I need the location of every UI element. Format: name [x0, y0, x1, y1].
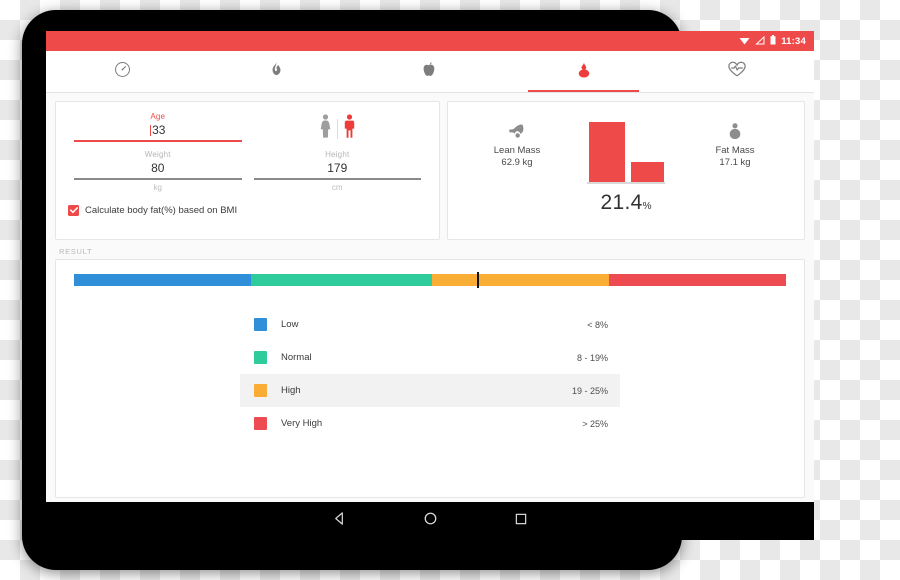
body-fat-percent: 21.4% — [601, 191, 652, 215]
body-fat-scale — [74, 272, 786, 288]
scale-segment-low — [74, 274, 251, 286]
weight-unit: kg — [153, 182, 162, 192]
droplet-icon — [577, 61, 591, 83]
input-card: Age 33 Weight 80 kg Height 179 cm Calcul… — [55, 101, 440, 240]
wifi-icon — [739, 32, 750, 50]
female-figure-icon[interactable] — [319, 114, 332, 143]
current-value-marker — [476, 272, 479, 288]
height-unit: cm — [331, 182, 343, 192]
bmi-checkbox-label: Calculate body fat(%) based on BMI — [85, 204, 238, 216]
result-section-label: RESULT — [59, 247, 93, 256]
battery-icon — [770, 32, 776, 50]
legend-row[interactable]: Very High > 25% — [240, 407, 620, 440]
tab-body-fat[interactable] — [507, 51, 661, 92]
legend-range-value: 8 - 19% — [576, 352, 608, 363]
scale-segment-normal — [250, 274, 433, 286]
tab-dashboard[interactable] — [46, 51, 200, 92]
scale-segment-high — [432, 274, 610, 286]
scale-segment-very-high — [609, 274, 786, 286]
age-field[interactable]: Age 33 — [68, 112, 248, 145]
height-underline — [253, 178, 421, 180]
nav-back-button[interactable] — [332, 511, 347, 531]
age-underline — [74, 140, 242, 142]
nav-recents-button[interactable] — [514, 512, 528, 531]
tab-calories[interactable] — [200, 51, 354, 92]
top-row: Age 33 Weight 80 kg Height 179 cm Calcul… — [55, 101, 805, 240]
tab-nutrition[interactable] — [353, 51, 507, 92]
tablet-screen: 11:34 Age 33 Weight 80 kg Height 179 cm … — [46, 31, 814, 502]
height-label: Height — [325, 150, 350, 159]
fat-mass-bar — [630, 162, 664, 182]
chart-baseline — [587, 182, 665, 184]
male-figure-icon[interactable] — [343, 114, 356, 143]
signal-icon — [755, 32, 765, 50]
legend-color-swatch — [254, 318, 267, 331]
legend-row[interactable]: Normal 8 - 19% — [240, 341, 620, 374]
legend-label: High — [281, 385, 301, 396]
age-gender-row: Age 33 — [68, 112, 427, 145]
legend-color-swatch — [254, 384, 267, 397]
tab-indicator — [528, 89, 639, 92]
result-card: Low < 8% Normal 8 - 19% High 19 - 25% Very Hig… — [55, 259, 805, 498]
legend-label: Low — [281, 319, 299, 330]
composition-bars — [588, 120, 664, 182]
tab-heart-rate[interactable] — [660, 51, 814, 92]
legend-row[interactable]: Low < 8% — [240, 308, 620, 341]
heartbeat-icon — [728, 61, 746, 82]
flame-icon — [269, 61, 284, 83]
body-fat-percent-value: 21.4 — [600, 191, 643, 214]
legend-row[interactable]: High 19 - 25% — [240, 374, 620, 407]
legend-range-value: < 8% — [587, 319, 608, 330]
gender-icons — [254, 112, 422, 145]
composition-chart: 21.4% — [448, 120, 804, 215]
gender-divider — [336, 118, 338, 139]
lean-mass-bar — [588, 122, 625, 182]
nav-home-button[interactable] — [423, 511, 438, 531]
gauge-icon — [114, 61, 131, 83]
weight-value: 80 — [151, 161, 165, 175]
apple-icon — [422, 61, 437, 83]
age-label: Age — [150, 112, 166, 121]
weight-height-row: Weight 80 kg Height 179 cm — [68, 150, 427, 192]
legend-label: Normal — [281, 352, 312, 363]
status-bar-icons: 11:34 — [739, 32, 806, 50]
text-caret — [150, 125, 152, 136]
status-bar-clock: 11:34 — [781, 35, 806, 47]
android-navigation-bar — [46, 502, 814, 540]
weight-label: Weight — [144, 150, 171, 159]
tab-bar — [46, 51, 814, 93]
legend-color-swatch — [254, 351, 267, 364]
legend-range-value: 19 - 25% — [571, 385, 608, 396]
legend-list: Low < 8% Normal 8 - 19% High 19 - 25% Very Hig… — [74, 308, 786, 440]
legend-color-swatch — [254, 417, 267, 430]
bmi-checkbox-row[interactable]: Calculate body fat(%) based on BMI — [68, 204, 427, 216]
gender-selector[interactable] — [248, 112, 428, 145]
weight-field[interactable]: Weight 80 kg — [68, 150, 248, 192]
bmi-checkbox[interactable] — [68, 204, 79, 216]
legend-range-value: > 25% — [582, 418, 608, 429]
legend-label: Very High — [281, 418, 323, 429]
app-content: Age 33 Weight 80 kg Height 179 cm Calcul… — [46, 93, 814, 498]
age-value: 33 — [150, 123, 166, 137]
summary-card: Lean Mass 62.9 kg Fat Mass 17.1 kg 21.4% — [447, 101, 805, 240]
percent-symbol: % — [642, 201, 652, 212]
height-field[interactable]: Height 179 cm — [248, 150, 428, 192]
height-value: 179 — [327, 161, 348, 175]
status-bar: 11:34 — [46, 31, 814, 51]
weight-underline — [74, 178, 242, 180]
